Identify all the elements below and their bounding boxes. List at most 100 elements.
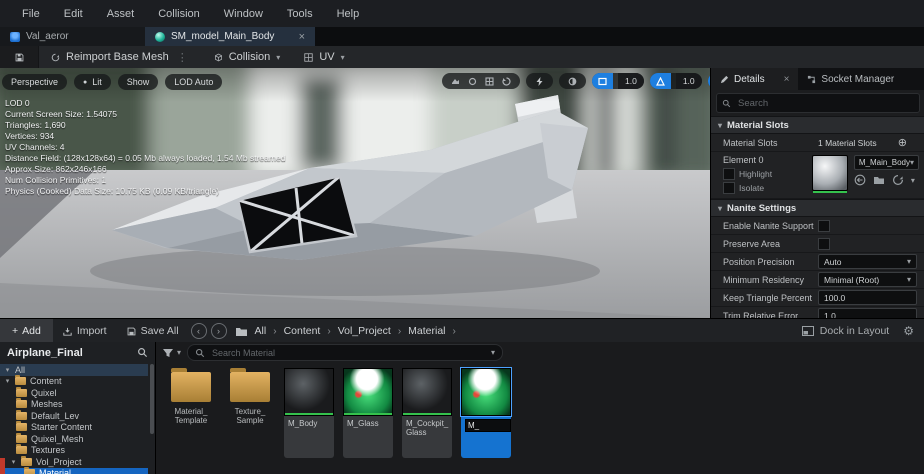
forward-button[interactable]: › bbox=[210, 323, 227, 339]
tab-main-window[interactable]: Val_aeror bbox=[0, 27, 145, 46]
lit-label: Lit bbox=[92, 77, 102, 87]
tree-item-material-selected[interactable]: Material bbox=[0, 467, 148, 474]
save-button[interactable] bbox=[0, 46, 39, 68]
tab-static-mesh-editor[interactable]: SM_model_Main_Body × bbox=[145, 27, 315, 46]
preserve-area-checkbox[interactable] bbox=[818, 237, 830, 250]
menu-collision[interactable]: Collision bbox=[146, 8, 212, 20]
position-precision-row: Position Precision Auto ▾ bbox=[711, 253, 924, 271]
tree-item-vol-project[interactable]: ▾ Vol_Project bbox=[0, 455, 148, 468]
tab-socket-manager[interactable]: Socket Manager bbox=[798, 68, 903, 90]
menu-file[interactable]: File bbox=[10, 8, 52, 20]
chevron-down-icon: ▾ bbox=[906, 257, 911, 266]
tree-item-content[interactable]: ▾ Content bbox=[0, 375, 148, 388]
lit-mode-button[interactable]: ● Lit bbox=[74, 74, 111, 90]
material-tile-m-glass[interactable]: M_Glass bbox=[343, 368, 393, 458]
nanite-settings-section-header[interactable]: ▾ Nanite Settings bbox=[711, 199, 924, 217]
folder-tile-material-template[interactable]: Material_ Template bbox=[166, 368, 216, 425]
material-tile-renaming[interactable] bbox=[460, 367, 512, 458]
position-precision-dropdown[interactable]: Auto ▾ bbox=[818, 254, 917, 269]
asset-search-input[interactable] bbox=[210, 346, 486, 359]
lod-auto-button[interactable]: LOD Auto bbox=[165, 74, 223, 90]
menu-asset[interactable]: Asset bbox=[95, 8, 147, 20]
dock-in-layout-button[interactable]: Dock in Layout ⚙ bbox=[801, 324, 924, 338]
triangle-count-toggle[interactable]: 1.0 bbox=[649, 73, 702, 89]
breadcrumb-all[interactable]: All bbox=[255, 325, 267, 337]
asset-search-box[interactable]: ▾ bbox=[187, 344, 504, 361]
filter-funnel-icon bbox=[163, 348, 173, 357]
use-selected-asset-icon[interactable] bbox=[854, 174, 866, 186]
level-icon bbox=[10, 31, 20, 42]
details-search-box[interactable] bbox=[716, 93, 920, 113]
isolate-label: Isolate bbox=[739, 183, 765, 193]
tab-main-window-label: Val_aeror bbox=[26, 31, 69, 42]
tab-close-icon[interactable]: × bbox=[299, 31, 305, 43]
search-icon[interactable] bbox=[137, 347, 148, 358]
material-rename-label bbox=[461, 416, 511, 458]
browse-to-asset-icon[interactable] bbox=[873, 174, 885, 186]
material-thumbnail[interactable] bbox=[812, 155, 848, 193]
menu-tools[interactable]: Tools bbox=[275, 8, 325, 20]
highlight-checkbox[interactable] bbox=[723, 168, 735, 180]
breadcrumb-content[interactable]: Content bbox=[284, 325, 321, 337]
tree-scrollbar[interactable] bbox=[150, 364, 154, 434]
enable-nanite-checkbox[interactable] bbox=[818, 219, 830, 232]
filters-button[interactable]: ▾ bbox=[162, 348, 181, 358]
uv-dropdown-button[interactable]: UV ▾ bbox=[292, 46, 356, 68]
material-tile-m-cockpit-glass[interactable]: M_Cockpit_ Glass bbox=[402, 368, 452, 458]
isolate-checkbox[interactable] bbox=[723, 182, 735, 194]
tab-details[interactable]: Details × bbox=[711, 68, 799, 90]
element-0-label: Element 0 bbox=[723, 155, 764, 165]
import-button[interactable]: Import bbox=[53, 325, 117, 337]
material-tile-m-body[interactable]: M_Body bbox=[284, 368, 334, 458]
menu-bar: File Edit Asset Collision Window Tools H… bbox=[0, 0, 924, 28]
material-select-dropdown[interactable]: M_Main_Body ▾ bbox=[853, 155, 919, 170]
keep-triangle-percent-label: Keep Triangle Percent bbox=[723, 292, 813, 303]
tree-item-default-lev[interactable]: Default_Lev bbox=[0, 409, 148, 422]
menu-help[interactable]: Help bbox=[325, 8, 372, 20]
material-slots-count: 1 Material Slots bbox=[818, 137, 877, 148]
lod-label: LOD Auto bbox=[174, 77, 214, 87]
grid-snap-icon bbox=[485, 76, 494, 86]
chevron-down-icon[interactable]: ▾ bbox=[911, 176, 915, 185]
chevron-down-icon: ▾ bbox=[177, 348, 182, 357]
folder-tile-texture-sample[interactable]: Texture_ Sample bbox=[225, 368, 275, 425]
more-icon[interactable]: ⋮ bbox=[175, 51, 190, 64]
add-material-slot-icon[interactable]: ⊕ bbox=[898, 136, 907, 149]
tree-item-all[interactable]: ▾ All bbox=[0, 364, 148, 376]
snap-icon bbox=[468, 77, 477, 85]
tree-item-starter-content[interactable]: Starter Content bbox=[0, 421, 148, 434]
chevron-down-icon: ▾ bbox=[718, 203, 723, 213]
reimport-base-mesh-button[interactable]: Reimport Base Mesh ⋮ bbox=[39, 46, 202, 68]
show-flags-button[interactable]: Show bbox=[117, 74, 159, 90]
tree-item-quixel-mesh[interactable]: Quixel_Mesh bbox=[0, 432, 148, 445]
realtime-toggle-button[interactable] bbox=[526, 73, 553, 89]
reset-property-icon[interactable] bbox=[892, 174, 904, 186]
minimum-residency-dropdown[interactable]: Minimal (Root) ▾ bbox=[818, 272, 917, 287]
3d-viewport[interactable]: Perspective ● Lit Show LOD Auto 1.0 1.0 … bbox=[0, 68, 710, 318]
rename-input[interactable] bbox=[465, 419, 511, 432]
details-search-input[interactable] bbox=[736, 96, 914, 110]
breadcrumb-project[interactable]: Vol_Project bbox=[338, 325, 391, 337]
tree-item-quixel[interactable]: Quixel bbox=[0, 386, 148, 399]
menu-window[interactable]: Window bbox=[212, 8, 275, 20]
screen-size-icon bbox=[598, 77, 607, 85]
save-all-button[interactable]: Save All bbox=[117, 325, 189, 337]
breadcrumb-material[interactable]: Material bbox=[408, 325, 445, 337]
dock-in-layout-label: Dock in Layout bbox=[819, 325, 890, 337]
collision-dropdown-button[interactable]: Collision ▾ bbox=[202, 46, 293, 68]
add-button[interactable]: + Add bbox=[0, 319, 53, 343]
exposure-button[interactable] bbox=[559, 73, 586, 89]
back-button[interactable]: ‹ bbox=[190, 323, 207, 339]
material-slots-section-header[interactable]: ▾ Material Slots bbox=[711, 116, 924, 134]
tree-item-meshes[interactable]: Meshes bbox=[0, 398, 148, 411]
details-close-icon[interactable]: × bbox=[784, 74, 790, 85]
menu-edit[interactable]: Edit bbox=[52, 8, 95, 20]
floppy-icon bbox=[15, 53, 23, 61]
chevron-down-icon: ▾ bbox=[276, 52, 281, 62]
tree-item-textures[interactable]: Textures bbox=[0, 444, 148, 457]
perspective-button[interactable]: Perspective bbox=[2, 74, 68, 90]
viewport-options-group[interactable] bbox=[442, 73, 520, 89]
keep-triangle-percent-field[interactable]: 100.0 bbox=[818, 290, 917, 305]
settings-gear-icon[interactable]: ⚙ bbox=[903, 324, 914, 338]
screen-size-toggle[interactable]: 1.0 bbox=[592, 73, 644, 89]
